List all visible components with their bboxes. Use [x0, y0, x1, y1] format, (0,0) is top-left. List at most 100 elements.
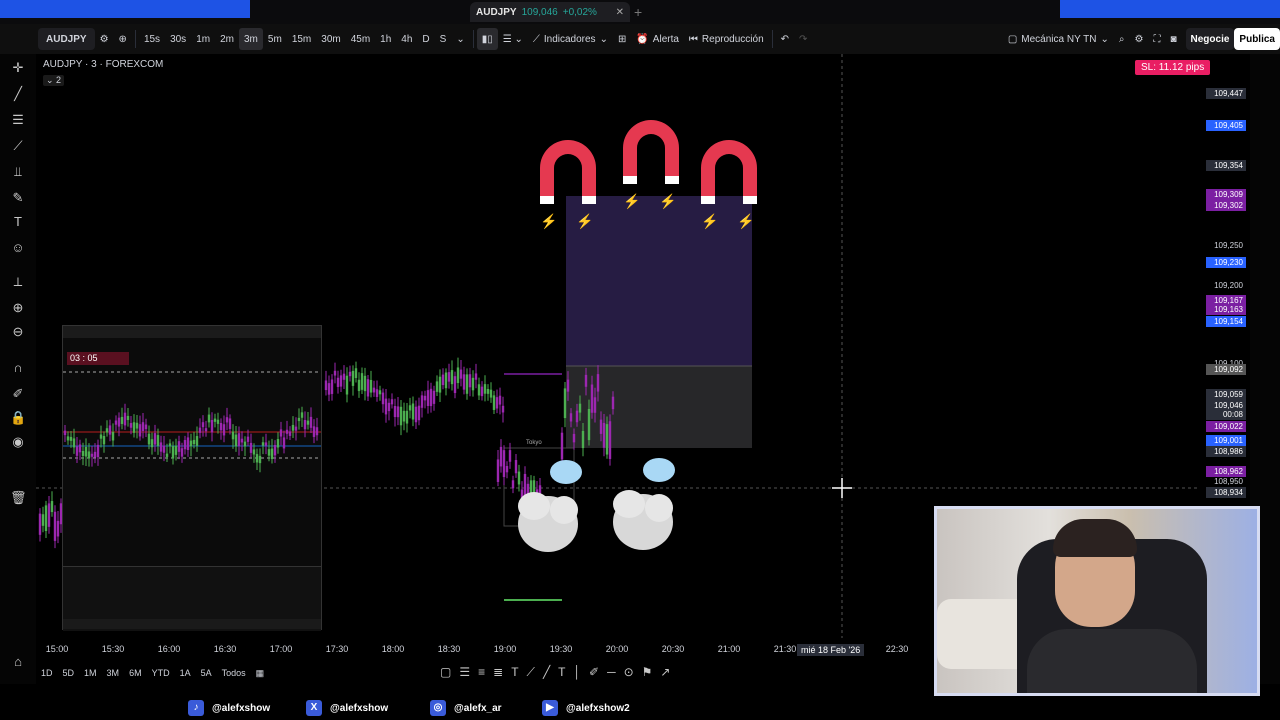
replay-button[interactable]: ⏮ Reproducción [684, 28, 769, 50]
interval-3m[interactable]: 3m [239, 28, 263, 50]
candle [423, 395, 427, 401]
interval-2m[interactable]: 2m [215, 28, 239, 50]
time-label: 22:30 [885, 644, 909, 654]
interval-45m[interactable]: 45m [346, 28, 375, 50]
purple-zone[interactable] [566, 196, 752, 366]
range-5D[interactable]: 5D [58, 668, 80, 678]
interval-list: 15s 30s 1m 2m 3m 5m 15m 30m 45m 1h 4h D S [139, 28, 451, 50]
eye-icon[interactable]: ◉ [10, 434, 26, 450]
magnet-tool-icon[interactable]: ∩ [10, 360, 26, 376]
range-YTD[interactable]: YTD [147, 668, 175, 678]
emoji-tool-icon[interactable]: ☺ [10, 240, 26, 256]
range-5A[interactable]: 5A [196, 668, 217, 678]
bar-type-icon[interactable]: ☰ ⌄ [498, 28, 528, 50]
line-tool-icon[interactable]: ╱ [543, 665, 550, 679]
mt5-candle [75, 446, 79, 456]
measure-tool-icon[interactable]: ⟂ [10, 274, 26, 290]
svg-text:⚡: ⚡ [737, 213, 754, 230]
zoom-out-icon[interactable]: ⊖ [10, 324, 26, 340]
mt5-candle [150, 439, 154, 448]
layouts-icon[interactable]: ⊞ [613, 28, 631, 50]
candles-icon[interactable]: ▮▯ [476, 28, 498, 50]
interval-D[interactable]: D [417, 28, 434, 50]
flag-icon[interactable]: ⚑ [642, 665, 653, 679]
interval-1m[interactable]: 1m [191, 28, 215, 50]
rectangle-tool-icon[interactable]: ▢ [440, 665, 451, 679]
range-Todos[interactable]: Todos [217, 668, 251, 678]
publish-button[interactable]: Publica [1234, 28, 1280, 50]
pattern-tool-icon[interactable]: ⟋ [10, 138, 26, 154]
parallel-channel-icon[interactable]: ☰ [459, 665, 470, 679]
interval-S[interactable]: S [435, 28, 452, 50]
forecast-icon[interactable]: ↗ [660, 665, 670, 679]
range-1A[interactable]: 1A [175, 668, 196, 678]
highlighter-icon[interactable]: ✐ [589, 665, 599, 679]
redo-icon[interactable]: ↷ [794, 28, 812, 50]
alert-button[interactable]: ⏰ Alerta [631, 28, 684, 50]
stop-loss-badge[interactable]: SL: 11.12 pips [1135, 60, 1211, 75]
time-label: 17:00 [269, 644, 293, 654]
price-label: 109,200 [1214, 281, 1243, 290]
interval-15s[interactable]: 15s [139, 28, 165, 50]
object-tree-icon[interactable]: ⌂ [10, 654, 26, 670]
price-label: 108,934 [1206, 487, 1246, 498]
path-tool-icon[interactable]: ⟋ [527, 665, 535, 680]
candle [459, 369, 463, 379]
brush-tool-icon[interactable]: ✎ [10, 190, 26, 206]
camera-icon[interactable]: ◙ [1165, 28, 1181, 50]
interval-1h[interactable]: 1h [375, 28, 396, 50]
candle [396, 406, 400, 418]
anchored-text-icon[interactable]: T [558, 665, 565, 679]
interval-4h[interactable]: 4h [396, 28, 417, 50]
symbol-search-button[interactable]: AUDJPY [38, 28, 95, 50]
horizontal-line-icon[interactable]: ─ [607, 665, 616, 679]
mt5-candle [195, 436, 199, 446]
interval-30m[interactable]: 30m [316, 28, 345, 50]
ruler-tool-icon[interactable]: ⫫ [10, 164, 26, 180]
pencil-lock-icon[interactable]: ✐ [10, 386, 26, 402]
close-tab-icon[interactable]: ✕ [616, 7, 624, 18]
candle [411, 403, 415, 420]
calendar-icon[interactable]: ▦ [251, 668, 270, 679]
mt5-candle [132, 422, 136, 433]
fib-tool-icon[interactable]: ☰ [10, 112, 26, 128]
chart-legend-title[interactable]: AUDJPY · 3 · FOREXCOM [43, 59, 163, 70]
fib-extension-icon[interactable]: ≣ [493, 665, 503, 679]
new-tab-icon[interactable]: + [634, 4, 642, 20]
range-1D[interactable]: 1D [36, 668, 58, 678]
trade-button[interactable]: Negocie [1185, 28, 1235, 50]
indicators-button[interactable]: ⟋ Indicadores ⌄ [528, 28, 613, 50]
candle [569, 413, 573, 422]
layout-menu-button[interactable]: ▢ Mecánica NY TN ⌄ [1003, 28, 1114, 50]
fib-retracement-icon[interactable]: ≡ [478, 665, 485, 679]
fullscreen-icon[interactable]: ⛶ [1148, 28, 1165, 50]
trash-icon[interactable]: 🗑 [10, 490, 27, 506]
social-handle: X @alefxshow [306, 700, 388, 716]
symbol-settings-icon[interactable]: ⚙ [95, 28, 114, 50]
vertical-line-icon[interactable]: │ [574, 665, 582, 679]
legend-collapse-button[interactable]: ⌄ 2 [43, 75, 65, 86]
chevron-down-icon[interactable]: ⌄ [451, 28, 469, 50]
range-3M[interactable]: 3M [102, 668, 125, 678]
settings-icon[interactable]: ⚙ [1130, 28, 1149, 50]
trend-line-tool-icon[interactable]: ╱ [10, 86, 26, 102]
undo-icon[interactable]: ↶ [776, 28, 794, 50]
text-tool-icon[interactable]: T [511, 665, 518, 679]
browser-tab-bar: AUDJPY 109,046 +0,02% ✕ + [0, 0, 1280, 24]
lock-icon[interactable]: 🔒 [10, 410, 26, 426]
divider [472, 30, 474, 48]
text-tool-icon[interactable]: T [10, 214, 26, 230]
range-1M[interactable]: 1M [79, 668, 102, 678]
interval-30s[interactable]: 30s [165, 28, 191, 50]
target-icon[interactable]: ⊙ [624, 665, 634, 679]
zoom-in-icon[interactable]: ⊕ [10, 300, 26, 316]
search-icon[interactable]: ⌕ [1114, 28, 1130, 50]
range-6M[interactable]: 6M [124, 668, 147, 678]
crosshair-tool-icon[interactable]: ✛ [10, 60, 26, 76]
mt5-candle [210, 419, 214, 433]
candle [605, 424, 609, 455]
browser-tab[interactable]: AUDJPY 109,046 +0,02% ✕ [470, 2, 630, 22]
interval-5m[interactable]: 5m [263, 28, 287, 50]
compare-symbol-icon[interactable]: ⊕ [114, 28, 132, 50]
interval-15m[interactable]: 15m [287, 28, 316, 50]
